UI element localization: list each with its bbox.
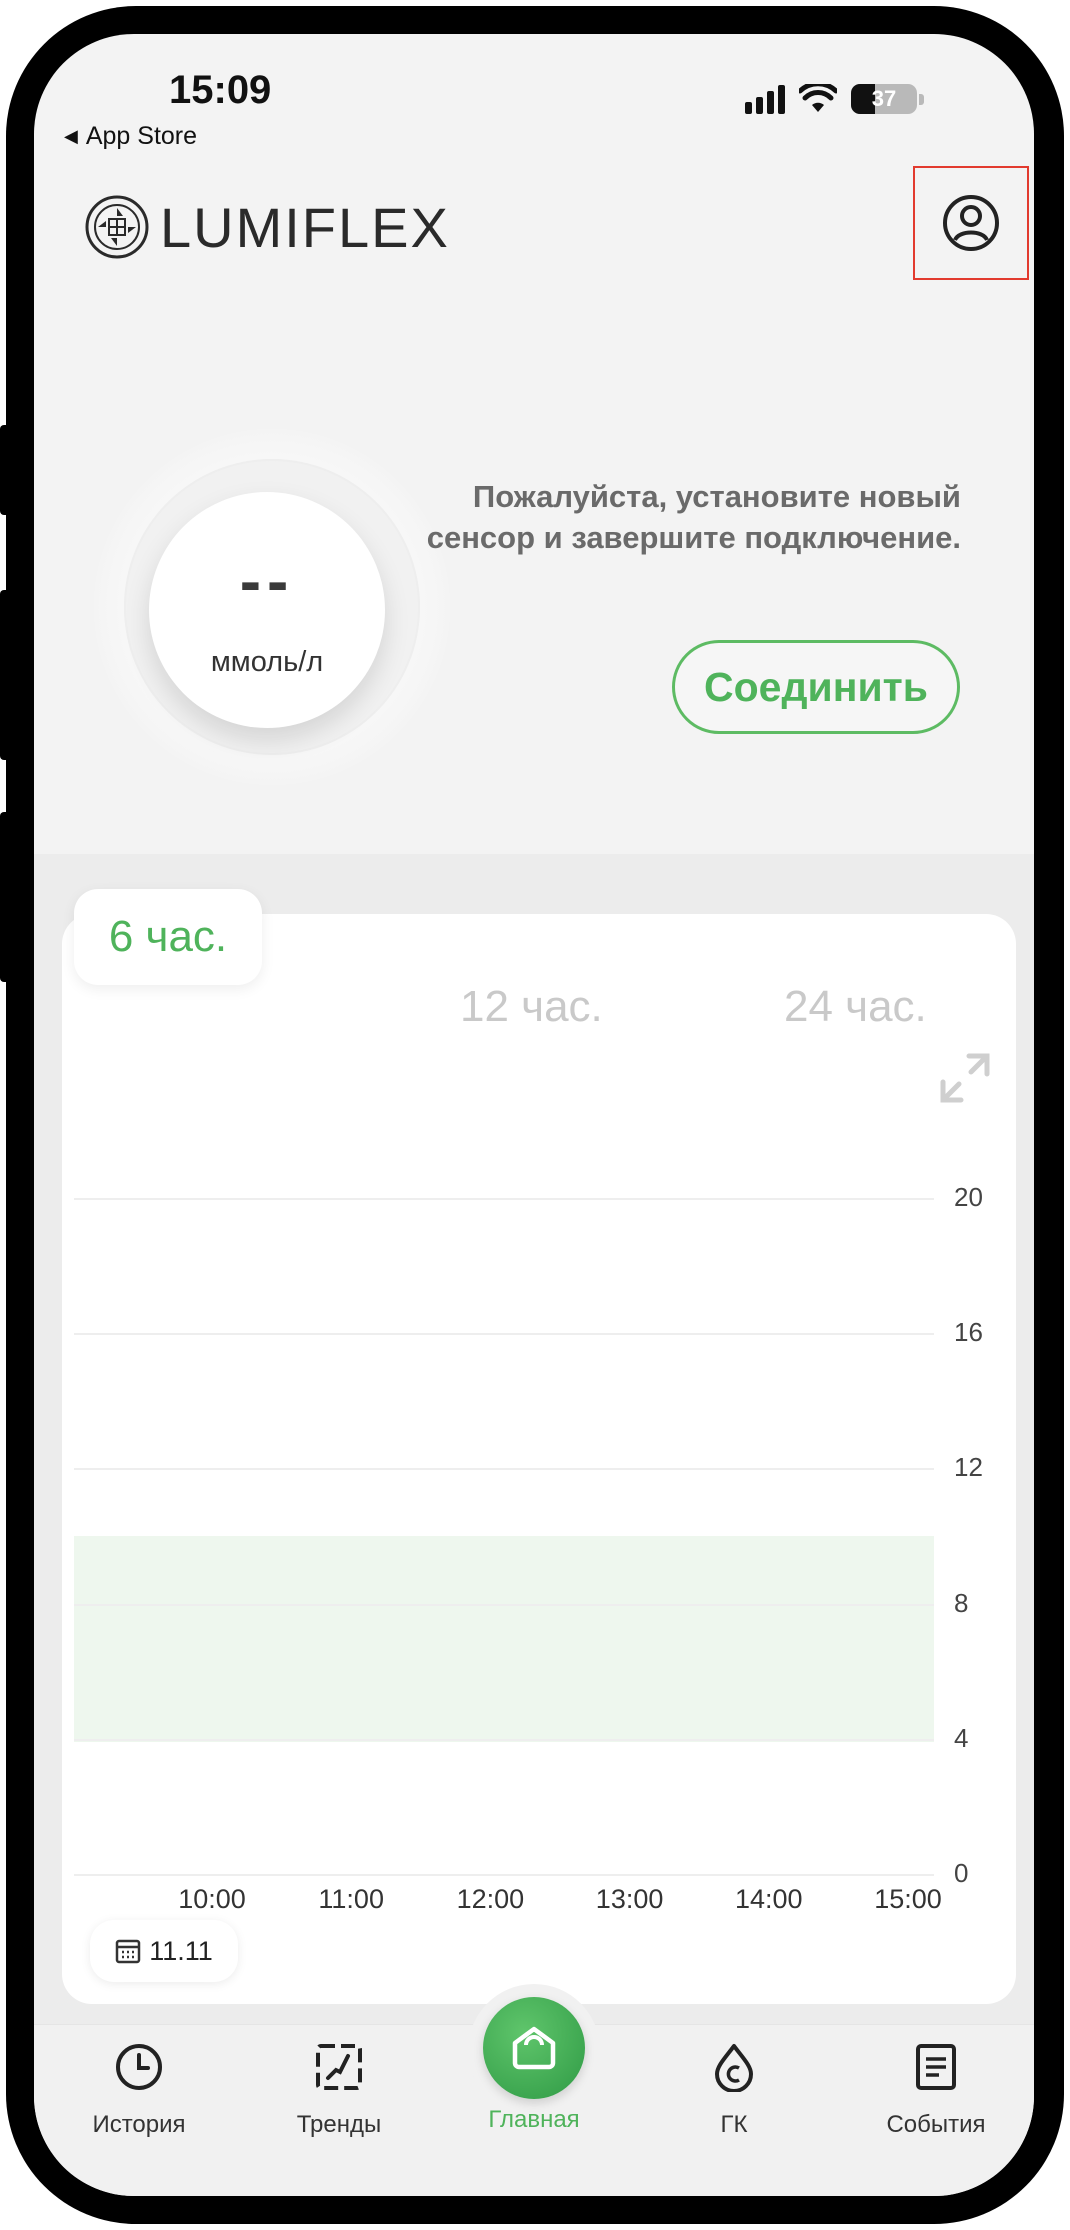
x-tick-label: 13:00 xyxy=(595,1884,664,1914)
date-label: 11.11 xyxy=(149,1935,213,1966)
nav-glucose[interactable]: ГК xyxy=(659,2042,809,2139)
y-tick-label: 16 xyxy=(954,1317,983,1348)
y-tick-label: 12 xyxy=(954,1452,983,1483)
wifi-icon xyxy=(799,84,837,112)
gridline xyxy=(74,1874,934,1876)
back-arrow-icon: ◀ xyxy=(64,126,78,146)
expand-icon[interactable] xyxy=(939,1052,991,1104)
nav-home-button[interactable] xyxy=(483,1997,585,2099)
x-tick-label: 11:00 xyxy=(318,1884,384,1914)
nav-history[interactable]: История xyxy=(64,2042,214,2139)
gridline xyxy=(74,1603,934,1606)
gridline xyxy=(74,1198,934,1200)
cellular-signal-icon xyxy=(745,84,785,114)
battery-percent: 37 xyxy=(871,86,897,111)
battery-icon: 37 xyxy=(851,84,917,114)
connect-button[interactable]: Соединить xyxy=(672,640,960,734)
nav-events[interactable]: События xyxy=(861,2042,1011,2139)
side-button xyxy=(0,812,14,982)
nav-home-label: Главная xyxy=(488,2106,580,2133)
y-tick-label: 4 xyxy=(954,1722,969,1753)
y-tick-label: 8 xyxy=(954,1587,969,1618)
x-tick-label: 15:00 xyxy=(874,1884,942,1914)
nav-trends[interactable]: Тренды xyxy=(264,2042,414,2139)
x-tick-label: 10:00 xyxy=(178,1884,246,1914)
history-icon xyxy=(116,2044,162,2090)
side-button xyxy=(0,425,14,515)
glucose-unit: ммоль/л xyxy=(210,646,324,678)
gridline xyxy=(74,1738,934,1741)
battery-indicator: 37 xyxy=(851,84,924,114)
lumiflex-logo-icon xyxy=(85,195,149,259)
x-tick-label: 12:00 xyxy=(456,1884,525,1914)
gridline xyxy=(74,1333,934,1336)
tab-12h[interactable]: 12 час. xyxy=(460,982,603,1032)
screen: 15:09 ◀ App Store 37 LUMIFLEX -- ммоль/л… xyxy=(34,34,1034,2196)
target-range-band xyxy=(74,1536,934,1743)
trends-icon xyxy=(316,2044,362,2090)
nav-events-label: События xyxy=(886,2111,986,2138)
side-button xyxy=(0,590,14,760)
date-selector[interactable]: 11.11 xyxy=(90,1920,238,1982)
glucose-drop-icon xyxy=(715,2044,753,2093)
nav-glucose-label: ГК xyxy=(720,2111,748,2138)
back-to-app-link[interactable]: ◀ App Store xyxy=(64,122,197,151)
home-icon xyxy=(512,2026,556,2070)
nav-trends-label: Тренды xyxy=(296,2111,382,2138)
profile-button[interactable] xyxy=(913,166,1029,280)
status-time: 15:09 xyxy=(169,68,272,112)
glucose-value: -- xyxy=(239,545,295,617)
y-tick-label: 20 xyxy=(954,1182,983,1212)
nav-home[interactable]: Главная xyxy=(459,2106,609,2134)
app-logo: LUMIFLEX xyxy=(84,194,450,260)
sensor-message: Пожалуйста, установите новый сенсор и за… xyxy=(426,479,961,555)
x-tick-label: 14:00 xyxy=(735,1884,803,1914)
y-tick-label: 0 xyxy=(954,1858,969,1888)
calendar-icon xyxy=(115,1939,141,1964)
chart-card xyxy=(62,914,1016,2004)
back-app-label: App Store xyxy=(85,122,198,150)
events-icon xyxy=(916,2044,956,2090)
profile-icon xyxy=(943,195,999,251)
gridline xyxy=(74,1468,934,1471)
nav-history-label: История xyxy=(92,2111,186,2138)
logo-text: LUMIFLEX xyxy=(160,195,450,259)
status-icons: 37 xyxy=(745,84,924,114)
tab-6h[interactable]: 6 час. xyxy=(74,889,262,985)
tab-24h[interactable]: 24 час. xyxy=(784,982,927,1032)
